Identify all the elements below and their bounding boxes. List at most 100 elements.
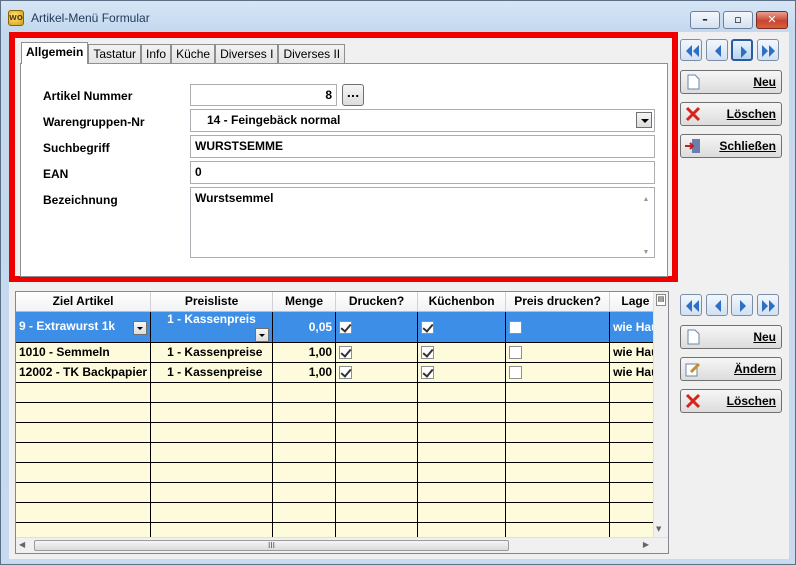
hscroll-thumb[interactable]: III bbox=[34, 540, 509, 551]
empty-cell[interactable] bbox=[417, 462, 507, 483]
col-drucken[interactable]: Drucken? bbox=[335, 292, 419, 312]
empty-cell[interactable] bbox=[335, 482, 419, 503]
cell-preis-drucken[interactable] bbox=[505, 342, 611, 363]
grid-aendern-button[interactable]: Ändern bbox=[680, 357, 782, 381]
preis-drucken-checkbox[interactable] bbox=[509, 320, 523, 334]
empty-cell[interactable] bbox=[417, 382, 507, 403]
preis-drucken-checkbox[interactable] bbox=[509, 366, 523, 380]
tab-diverses-1[interactable]: Diverses I bbox=[215, 44, 279, 64]
cell-drucken[interactable] bbox=[335, 362, 419, 383]
empty-cell[interactable] bbox=[417, 422, 507, 443]
empty-row[interactable] bbox=[16, 502, 663, 523]
empty-row[interactable] bbox=[16, 442, 663, 463]
empty-cell[interactable] bbox=[335, 442, 419, 463]
empty-cell[interactable] bbox=[505, 422, 611, 443]
tab-kueche[interactable]: Küche bbox=[171, 44, 216, 64]
ean-field[interactable]: 0 bbox=[190, 161, 655, 184]
empty-cell[interactable] bbox=[272, 482, 337, 503]
last-record-button[interactable] bbox=[757, 39, 779, 61]
empty-cell[interactable] bbox=[16, 442, 152, 463]
preis-drucken-checkbox[interactable] bbox=[509, 346, 523, 360]
column-chooser-icon[interactable]: ▤ bbox=[656, 294, 666, 306]
cell-menge[interactable]: 0,05 bbox=[272, 311, 337, 343]
empty-cell[interactable] bbox=[335, 462, 419, 483]
table-row[interactable]: 1010 - Semmeln 1 - Kassenpreise 1,00 wie Ha… bbox=[16, 342, 663, 363]
chevron-down-icon[interactable] bbox=[133, 320, 148, 335]
grid-loeschen-button[interactable]: Löschen bbox=[680, 389, 782, 413]
empty-cell[interactable] bbox=[150, 382, 274, 403]
empty-row[interactable] bbox=[16, 462, 663, 483]
empty-cell[interactable] bbox=[16, 402, 152, 423]
empty-row[interactable] bbox=[16, 482, 663, 503]
empty-cell[interactable] bbox=[417, 442, 507, 463]
drucken-checkbox[interactable] bbox=[339, 366, 353, 380]
cell-ziel-artikel[interactable]: 1010 - Semmeln bbox=[16, 342, 152, 363]
empty-cell[interactable] bbox=[272, 382, 337, 403]
kuechenbon-checkbox[interactable] bbox=[421, 346, 435, 360]
scroll-up-icon[interactable]: ▲ bbox=[640, 191, 652, 203]
drucken-checkbox[interactable] bbox=[339, 320, 353, 334]
scroll-left-icon[interactable]: ◀ bbox=[19, 540, 25, 549]
empty-row[interactable] bbox=[16, 402, 663, 423]
empty-cell[interactable] bbox=[505, 462, 611, 483]
grid-neu-button[interactable]: Neu bbox=[680, 325, 782, 349]
col-preisliste[interactable]: Preisliste bbox=[150, 292, 274, 312]
empty-cell[interactable] bbox=[505, 482, 611, 503]
empty-row[interactable] bbox=[16, 422, 663, 443]
cell-kuechenbon[interactable] bbox=[417, 362, 507, 383]
empty-cell[interactable] bbox=[417, 502, 507, 523]
table-row[interactable]: 9 - Extrawurst 1k 1 - Kassenpreis 0,05 wie … bbox=[16, 311, 663, 343]
cell-menge[interactable]: 1,00 bbox=[272, 362, 337, 383]
empty-cell[interactable] bbox=[150, 462, 274, 483]
prev-record-button[interactable] bbox=[706, 39, 728, 61]
scroll-down-icon[interactable]: ▼ bbox=[640, 244, 652, 256]
empty-cell[interactable] bbox=[272, 462, 337, 483]
empty-cell[interactable] bbox=[417, 482, 507, 503]
empty-cell[interactable] bbox=[272, 422, 337, 443]
empty-cell[interactable] bbox=[505, 402, 611, 423]
cell-kuechenbon[interactable] bbox=[417, 311, 507, 343]
empty-cell[interactable] bbox=[505, 502, 611, 523]
first-record-button[interactable] bbox=[680, 39, 702, 61]
grid-first-button[interactable] bbox=[680, 294, 702, 316]
table-row[interactable]: 12002 - TK Backpapier 1 - Kassenpreise 1,0… bbox=[16, 362, 663, 383]
kuechenbon-checkbox[interactable] bbox=[421, 320, 435, 334]
col-menge[interactable]: Menge bbox=[272, 292, 337, 312]
cell-preis-drucken[interactable] bbox=[505, 362, 611, 383]
empty-cell[interactable] bbox=[505, 382, 611, 403]
empty-cell[interactable] bbox=[16, 502, 152, 523]
empty-cell[interactable] bbox=[16, 422, 152, 443]
empty-cell[interactable] bbox=[150, 482, 274, 503]
scroll-down-icon[interactable]: ▼ bbox=[656, 525, 661, 533]
schliessen-button[interactable]: Schließen bbox=[680, 134, 782, 158]
empty-cell[interactable] bbox=[505, 442, 611, 463]
empty-cell[interactable] bbox=[150, 402, 274, 423]
title-bar[interactable]: WO Artikel-Menü Formular – ▫ ✕ bbox=[1, 1, 795, 31]
empty-row[interactable] bbox=[16, 382, 663, 403]
cell-preisliste[interactable]: 1 - Kassenpreise bbox=[150, 342, 274, 363]
empty-cell[interactable] bbox=[272, 502, 337, 523]
grid-prev-button[interactable] bbox=[706, 294, 728, 316]
scroll-right-icon[interactable]: ▶ bbox=[643, 540, 649, 549]
cell-kuechenbon[interactable] bbox=[417, 342, 507, 363]
grid-vertical-scrollbar[interactable]: ▤ ▼ bbox=[653, 292, 668, 537]
empty-cell[interactable] bbox=[150, 422, 274, 443]
col-preis-drucken[interactable]: Preis drucken? bbox=[505, 292, 611, 312]
empty-cell[interactable] bbox=[272, 402, 337, 423]
empty-cell[interactable] bbox=[150, 442, 274, 463]
neu-button[interactable]: Neu bbox=[680, 70, 782, 94]
cell-menge[interactable]: 1,00 bbox=[272, 342, 337, 363]
cell-drucken[interactable] bbox=[335, 342, 419, 363]
kuechenbon-checkbox[interactable] bbox=[421, 366, 435, 380]
empty-cell[interactable] bbox=[272, 442, 337, 463]
col-kuechenbon[interactable]: Küchenbon bbox=[417, 292, 507, 312]
empty-cell[interactable] bbox=[417, 402, 507, 423]
empty-cell[interactable] bbox=[150, 502, 274, 523]
drucken-checkbox[interactable] bbox=[339, 346, 353, 360]
warengruppen-select[interactable]: 14 - Feingebäck normal bbox=[190, 109, 655, 132]
grid-next-button[interactable] bbox=[731, 294, 753, 316]
suchbegriff-field[interactable]: WURSTSEMME bbox=[190, 135, 655, 158]
tab-info[interactable]: Info bbox=[141, 44, 172, 64]
artikel-nummer-field[interactable]: 8 bbox=[190, 84, 337, 106]
empty-cell[interactable] bbox=[335, 422, 419, 443]
